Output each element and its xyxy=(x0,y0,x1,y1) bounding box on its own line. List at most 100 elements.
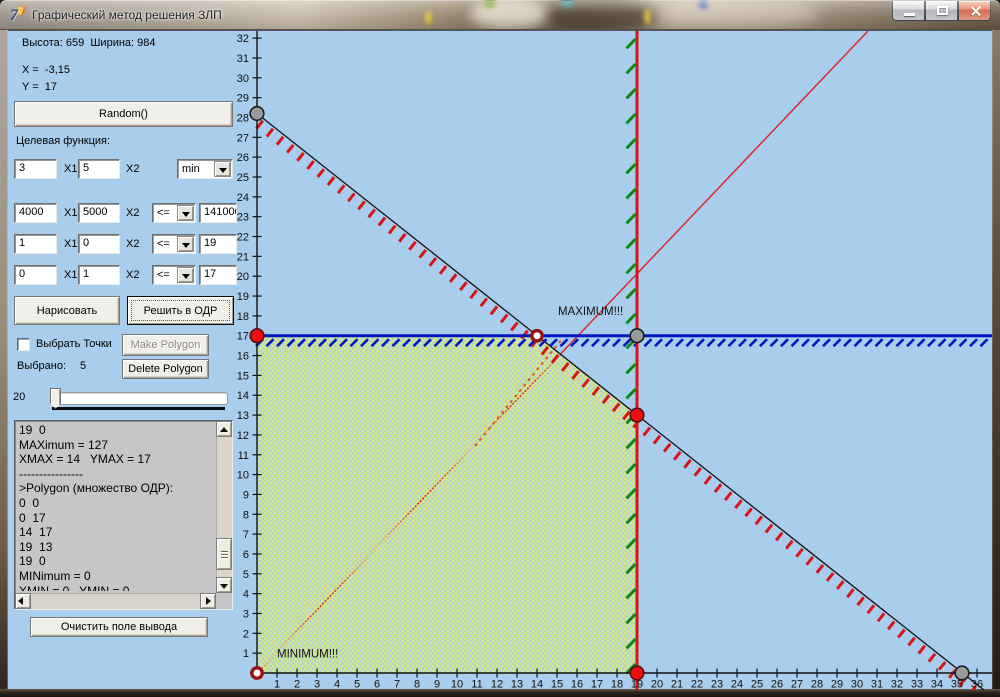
close-icon xyxy=(975,5,977,17)
window-border-bottom xyxy=(0,689,1000,697)
x2-label: X2 xyxy=(126,207,139,219)
constraint2-a-input[interactable]: 1 xyxy=(14,234,57,254)
cursor-x-label: X = -3,15 xyxy=(22,64,70,76)
svg-text:20: 20 xyxy=(651,679,663,691)
select-points-checkbox[interactable] xyxy=(17,338,30,351)
x1-label: X1 xyxy=(64,238,77,250)
svg-text:29: 29 xyxy=(831,679,843,691)
titlebar-glass-blob xyxy=(698,1,708,9)
x2-label: X2 xyxy=(126,163,139,175)
horizontal-scrollbar[interactable] xyxy=(15,593,216,609)
svg-text:4: 4 xyxy=(243,589,249,601)
svg-text:2: 2 xyxy=(243,628,249,640)
objective-function-label: Целевая функция: xyxy=(16,135,110,147)
svg-text:12: 12 xyxy=(491,679,503,691)
svg-text:8: 8 xyxy=(414,679,420,691)
constraint2-rhs-input[interactable]: 19 xyxy=(199,234,237,254)
scroll-down-button[interactable] xyxy=(216,577,232,593)
delete-polygon-button[interactable]: Delete Polygon xyxy=(122,359,209,379)
arrow-left-icon xyxy=(18,597,23,605)
arrow-right-icon xyxy=(206,597,211,605)
svg-text:12: 12 xyxy=(237,430,249,442)
solve-in-odr-button[interactable]: Решить в ОДР xyxy=(127,296,234,325)
make-polygon-button: Make Polygon xyxy=(122,334,209,356)
flame-icon xyxy=(16,5,26,15)
titlebar-glass-blob xyxy=(560,0,574,7)
constraint1-a-input[interactable]: 4000 xyxy=(14,203,57,223)
titlebar-glass-blob xyxy=(470,0,550,31)
maximize-button[interactable] xyxy=(925,1,958,21)
canvas-size-label: Высота: 659 Ширина: 984 xyxy=(22,37,156,49)
svg-text:14: 14 xyxy=(531,679,543,691)
svg-text:30: 30 xyxy=(851,679,863,691)
svg-text:30: 30 xyxy=(237,73,249,85)
clear-output-button[interactable]: Очистить поле вывода xyxy=(30,617,208,637)
app-window: 7 Графический метод решения ЗЛП 12345678… xyxy=(0,0,1000,697)
chevron-down-icon[interactable] xyxy=(177,236,194,252)
svg-text:11: 11 xyxy=(238,450,249,462)
svg-text:6: 6 xyxy=(243,549,249,561)
svg-text:21: 21 xyxy=(671,679,683,691)
select-points-label: Выбрать Точки xyxy=(36,338,112,350)
random-button[interactable]: Random() xyxy=(14,101,233,127)
svg-text:13: 13 xyxy=(237,410,249,422)
constraint1-op-select[interactable]: <= xyxy=(152,203,196,223)
constraint1-b-input[interactable]: 5000 xyxy=(78,203,120,223)
title-bar: 7 Графический метод решения ЗЛП xyxy=(0,0,1000,30)
scroll-up-button[interactable] xyxy=(216,421,232,437)
svg-text:24: 24 xyxy=(731,679,743,691)
vertical-scrollbar[interactable] xyxy=(216,421,232,593)
svg-text:17: 17 xyxy=(591,679,603,691)
min-max-select[interactable]: min xyxy=(177,159,233,179)
slider-underline xyxy=(52,407,225,410)
app-icon: 7 xyxy=(8,7,26,25)
scroll-left-button[interactable] xyxy=(15,593,31,609)
svg-text:MAXIMUM!!!: MAXIMUM!!! xyxy=(558,306,623,318)
svg-text:23: 23 xyxy=(237,212,249,224)
output-memo[interactable]: 19 0 MAXimum = 127 XMAX = 14 YMAX = 17 -… xyxy=(14,420,233,610)
selected-count: 5 xyxy=(80,360,86,372)
svg-text:22: 22 xyxy=(691,679,703,691)
constraint2-b-input[interactable]: 0 xyxy=(78,234,120,254)
chevron-down-icon[interactable] xyxy=(214,161,231,177)
svg-text:9: 9 xyxy=(434,679,440,691)
svg-text:5: 5 xyxy=(354,679,360,691)
constraint3-b-input[interactable]: 1 xyxy=(78,265,120,285)
vertical-scrollbar-thumb[interactable] xyxy=(216,538,232,570)
selected-label: Выбрано: xyxy=(17,360,66,372)
constraint3-a-input[interactable]: 0 xyxy=(14,265,57,285)
close-button[interactable] xyxy=(958,1,991,21)
scroll-right-button[interactable] xyxy=(200,593,216,609)
titlebar-glass-blob xyxy=(650,0,820,31)
svg-text:9: 9 xyxy=(243,489,249,501)
titlebar-glass-blob xyxy=(644,9,651,25)
arrow-up-icon xyxy=(220,427,228,432)
svg-text:27: 27 xyxy=(237,132,249,144)
slider-value-label: 20 xyxy=(13,391,25,403)
minimize-button[interactable] xyxy=(892,1,925,21)
arrow-down-icon xyxy=(220,584,228,589)
objective-c2-input[interactable]: 5 xyxy=(78,159,120,179)
constraint1-rhs-input[interactable]: 141000 xyxy=(199,203,237,223)
svg-text:13: 13 xyxy=(511,679,523,691)
svg-text:4: 4 xyxy=(334,679,340,691)
constraint3-op-select[interactable]: <= xyxy=(152,265,196,285)
constraint3-rhs-input[interactable]: 17 xyxy=(199,265,237,285)
chevron-down-icon[interactable] xyxy=(177,205,194,221)
x1-label: X1 xyxy=(64,269,77,281)
svg-text:10: 10 xyxy=(237,470,249,482)
chevron-down-icon[interactable] xyxy=(177,267,194,283)
svg-text:20: 20 xyxy=(237,271,249,283)
objective-c1-input[interactable]: 3 xyxy=(14,159,57,179)
slider-track[interactable] xyxy=(55,392,228,405)
constraint2-op-select[interactable]: <= xyxy=(152,234,196,254)
svg-text:22: 22 xyxy=(237,232,249,244)
draw-button[interactable]: Нарисовать xyxy=(14,296,120,325)
svg-text:16: 16 xyxy=(571,679,583,691)
svg-text:MINIMUM!!!: MINIMUM!!! xyxy=(277,649,338,661)
client-area: 1234567891011121314151617181920212223242… xyxy=(8,30,992,689)
svg-text:29: 29 xyxy=(237,93,249,105)
svg-text:1: 1 xyxy=(243,648,249,660)
maximize-icon xyxy=(937,6,948,15)
svg-text:5: 5 xyxy=(243,569,249,581)
